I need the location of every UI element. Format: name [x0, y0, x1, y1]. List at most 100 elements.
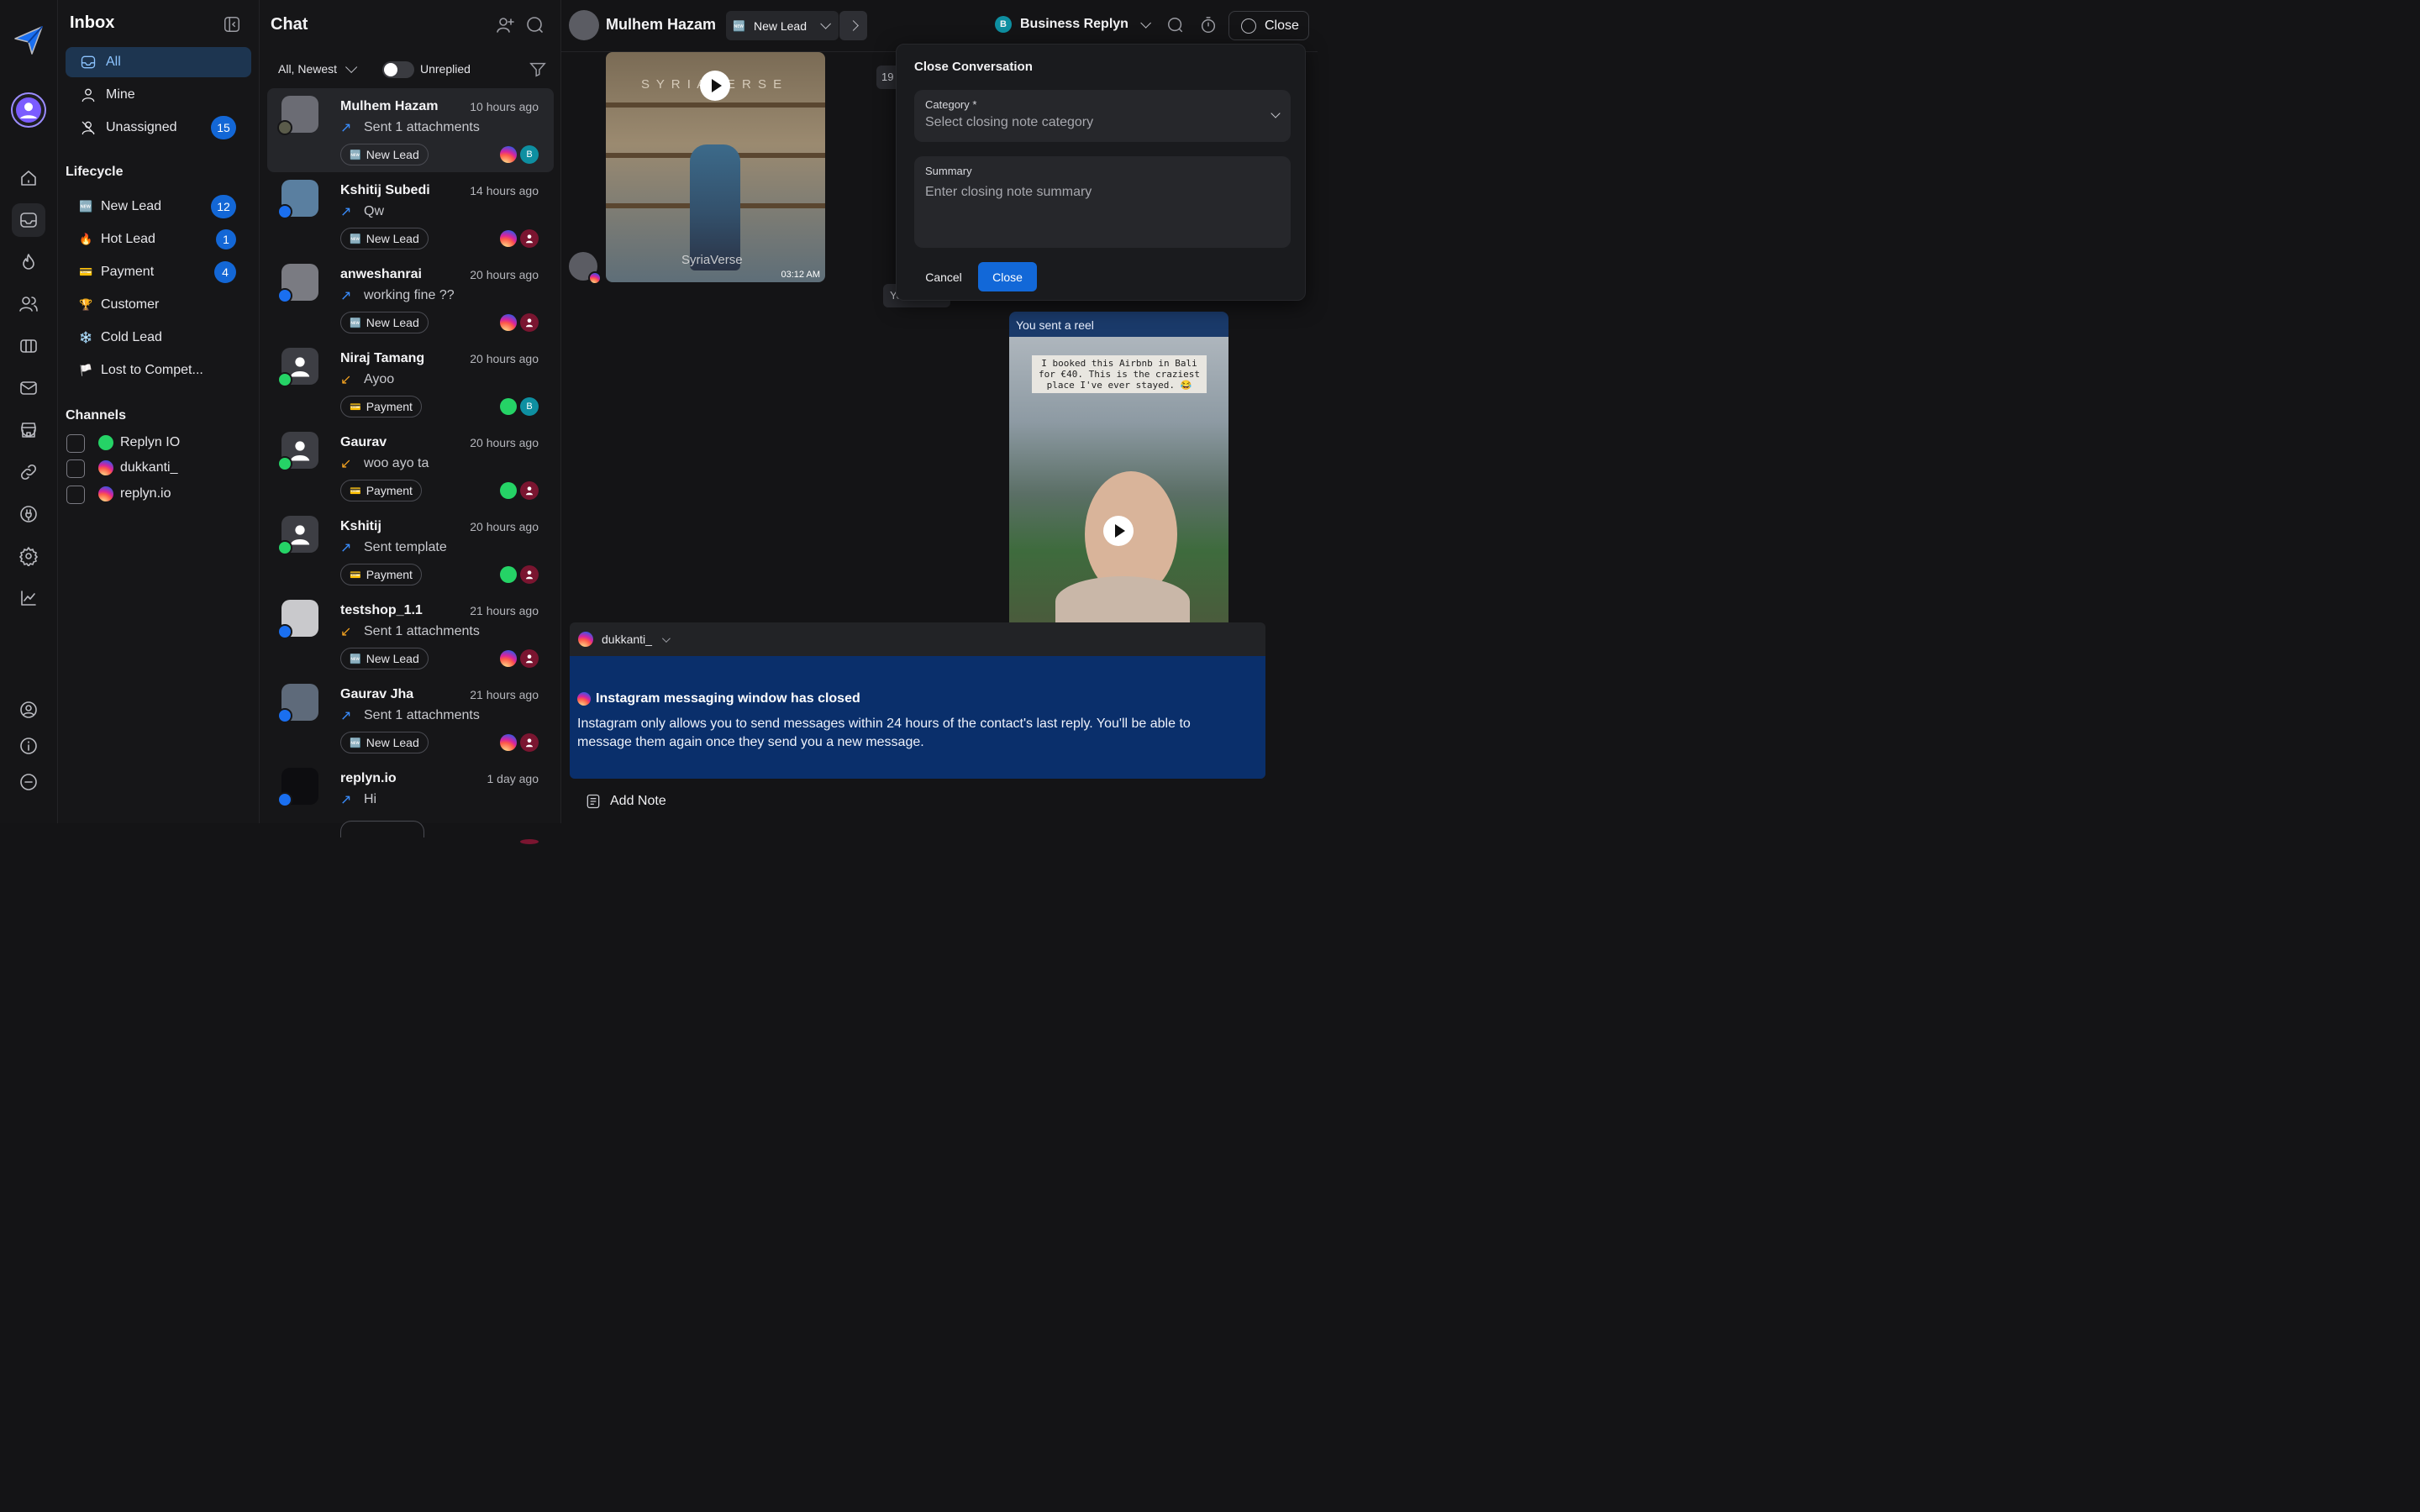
new-lead-emoji: 🆕: [79, 200, 93, 213]
lifecycle-cold-lead[interactable]: ❄️ Cold Lead: [66, 323, 251, 353]
play-icon[interactable]: [700, 71, 730, 101]
stage-dropdown[interactable]: 🆕 New Lead: [726, 11, 839, 40]
unassigned-person-icon: [79, 118, 97, 137]
lifecycle-tag[interactable]: 💳 Payment: [340, 564, 422, 585]
lifecycle-tag[interactable]: 🆕 New Lead: [340, 312, 429, 333]
instagram-icon: [500, 734, 517, 751]
channel-checkbox[interactable]: [66, 434, 85, 453]
incoming-arrow-icon: ↙: [340, 625, 352, 639]
logout-icon[interactable]: [12, 765, 45, 799]
video-message[interactable]: S Y R I A V E R S E SyriaVerse 03:12 AM: [606, 52, 825, 282]
app-rail: [0, 0, 58, 823]
warning-body: Instagram only allows you to send messag…: [577, 717, 1191, 749]
tag-label: Payment: [366, 400, 413, 413]
mail-icon[interactable]: [12, 371, 45, 405]
check-circle-icon: [1241, 18, 1256, 34]
confirm-close-button[interactable]: Close: [978, 262, 1037, 291]
chat-list-item[interactable]: Mulhem Hazam 10 hours ago ↗ Sent 1 attachme…: [267, 88, 554, 172]
snooze-timer-icon[interactable]: [1199, 16, 1219, 36]
replyn-logo-icon[interactable]: [12, 24, 45, 57]
ticket-icon[interactable]: [12, 329, 45, 363]
lifecycle-hot-lead[interactable]: 🔥 Hot Lead 1: [66, 224, 251, 255]
lifecycle-lost[interactable]: 🏳️ Lost to Compet...: [66, 355, 251, 386]
composer-account-selector[interactable]: dukkanti_: [570, 622, 1265, 656]
info-icon[interactable]: [12, 729, 45, 763]
unreplied-toggle[interactable]: [382, 61, 414, 78]
chat-list-item[interactable]: replyn.io 1 day ago ↗ Hi: [267, 760, 554, 844]
analytics-icon[interactable]: [12, 581, 45, 615]
user-avatar[interactable]: [11, 92, 46, 128]
profile-icon[interactable]: [12, 693, 45, 727]
chat-list-item[interactable]: anweshanrai 20 hours ago ↗ working fine ?? 🆕…: [267, 256, 554, 340]
summary-textarea[interactable]: Summary Enter closing note summary: [914, 156, 1291, 248]
play-icon[interactable]: [1103, 516, 1134, 546]
outgoing-arrow-icon: ↗: [340, 121, 352, 135]
message-timestamp: 03:12 AM: [781, 270, 820, 280]
lifecycle-tag[interactable]: 🆕 New Lead: [340, 648, 429, 669]
contact-name: Kshitij Subedi: [340, 183, 430, 197]
nav-unassigned[interactable]: Unassigned 15: [66, 113, 251, 143]
next-stage-button[interactable]: [839, 11, 867, 40]
lifecycle-tag[interactable]: 💳 Payment: [340, 480, 422, 501]
tag-emoji: 💳: [350, 486, 361, 496]
chat-list-item[interactable]: Gaurav Jha 21 hours ago ↗ Sent 1 attachment…: [267, 676, 554, 760]
gear-icon[interactable]: [12, 539, 45, 573]
chat-list-item[interactable]: Gaurav 20 hours ago ↙ woo ayo ta 💳 Payment: [267, 424, 554, 508]
search-icon[interactable]: [1166, 16, 1186, 36]
chat-list-item[interactable]: testshop_1.1 21 hours ago ↙ Sent 1 attachme…: [267, 592, 554, 676]
lost-emoji: 🏳️: [79, 364, 93, 376]
contact-name: replyn.io: [340, 771, 397, 785]
inbox-icon[interactable]: [12, 203, 45, 237]
filter-funnel-icon[interactable]: [529, 60, 549, 81]
lifecycle-tag[interactable]: 🆕 New Lead: [340, 144, 429, 165]
lifecycle-tag[interactable]: 💳 Payment: [340, 396, 422, 417]
nav-mine[interactable]: Mine: [66, 80, 251, 110]
contact-avatar[interactable]: [569, 10, 599, 40]
chevron-down-icon: [345, 60, 358, 73]
unassigned-person-icon: [520, 733, 539, 752]
add-contact-icon[interactable]: [495, 15, 515, 35]
contacts-icon[interactable]: [12, 287, 45, 321]
add-note-button[interactable]: Add Note: [585, 793, 666, 810]
instagram-icon: [578, 632, 593, 647]
chat-list-item[interactable]: Niraj Tamang 20 hours ago ↙ Ayoo 💳 Payment B: [267, 340, 554, 424]
flame-icon[interactable]: [12, 245, 45, 279]
channel-checkbox[interactable]: [66, 486, 85, 504]
link-icon[interactable]: [12, 455, 45, 489]
add-note-label: Add Note: [610, 794, 666, 808]
cancel-button[interactable]: Cancel: [914, 262, 973, 291]
contact-name: Gaurav: [340, 435, 387, 449]
panel-title: Close Conversation: [914, 60, 1033, 74]
channel-dukkanti[interactable]: dukkanti_: [98, 460, 178, 475]
reel-message[interactable]: You sent a reel I booked this Airbnb in …: [1009, 312, 1228, 622]
search-icon[interactable]: [525, 15, 545, 35]
close-conversation-panel: Close Conversation Category * Select clo…: [896, 44, 1306, 301]
lifecycle-payment[interactable]: 💳 Payment 4: [66, 257, 251, 287]
lifecycle-tag[interactable]: 🆕 New Lead: [340, 732, 429, 753]
lifecycle-customer[interactable]: 🏆 Customer: [66, 290, 251, 320]
message-preview: ↗ Hi: [340, 791, 376, 808]
home-icon[interactable]: [12, 161, 45, 195]
lifecycle-tag[interactable]: 🆕 New Lead: [340, 228, 429, 249]
category-select[interactable]: Category * Select closing note category: [914, 90, 1291, 142]
contact-name[interactable]: Mulhem Hazam: [606, 16, 716, 34]
tag-label: New Lead: [366, 148, 419, 161]
close-conversation-button[interactable]: Close: [1228, 11, 1309, 40]
channel-checkbox[interactable]: [66, 459, 85, 478]
channel-replyn-io-ig[interactable]: replyn.io: [98, 486, 171, 501]
channel-replyn-io[interactable]: Replyn IO: [98, 435, 180, 450]
nav-all[interactable]: All: [66, 47, 251, 77]
whatsapp-icon: [500, 482, 517, 499]
tag-emoji: 💳: [350, 570, 361, 580]
lifecycle-tag[interactable]: [340, 821, 424, 837]
lifecycle-new-lead[interactable]: 🆕 New Lead 12: [66, 192, 251, 222]
account-selector[interactable]: B Business Replyn: [995, 16, 1151, 33]
collapse-sidebar-icon[interactable]: [223, 15, 243, 35]
contact-name: Niraj Tamang: [340, 351, 425, 365]
chat-list-item[interactable]: Kshitij Subedi 14 hours ago ↗ Qw 🆕 New Lead: [267, 172, 554, 256]
channel-badge-icon: [277, 624, 292, 639]
chat-list-item[interactable]: Kshitij 20 hours ago ↗ Sent template 💳 Paymen…: [267, 508, 554, 592]
sort-filter-dropdown[interactable]: All, Newest: [278, 60, 358, 76]
store-icon[interactable]: [12, 413, 45, 447]
integrations-icon[interactable]: [12, 497, 45, 531]
